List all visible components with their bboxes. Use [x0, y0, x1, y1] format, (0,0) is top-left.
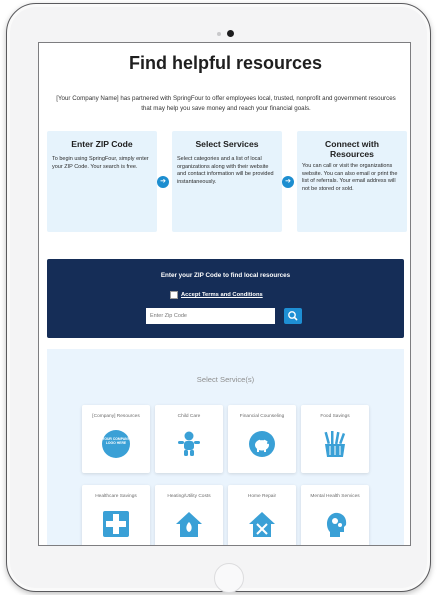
tile-label: Financial Counseling — [239, 414, 285, 419]
services-heading: Select Service(s) — [196, 375, 255, 384]
arrow-right-icon: ➔ — [157, 176, 169, 188]
step-text: To begin using SpringFour, simply enter … — [52, 156, 149, 170]
step-connect: Connect with Resources You can call or v… — [297, 131, 407, 232]
service-tile-financial-counseling[interactable]: Financial Counseling — [228, 405, 296, 473]
child-icon — [178, 431, 200, 456]
page-title: Find helpful resources — [128, 53, 323, 73]
service-tile-child-care[interactable]: Child Care — [155, 405, 223, 473]
terms-link[interactable]: Accept Terms and Conditions — [181, 292, 263, 298]
tile-label: Mental Health Services — [310, 494, 360, 499]
company-logo: YOUR COMPANY LOGO HERE — [102, 430, 130, 458]
search-icon — [288, 311, 298, 321]
service-tile-food-savings[interactable]: Food Savings — [301, 405, 369, 473]
camera-lens-icon — [227, 30, 234, 37]
house-tools-icon — [249, 512, 275, 537]
intro-text: [Your Company Name] has partnered with S… — [56, 95, 396, 112]
services-panel: Select Service(s) [Company] Resources YO… — [47, 349, 404, 545]
tile-label: Home Repair — [247, 494, 277, 499]
tile-label: Heating/Utility Costs — [167, 494, 211, 499]
tile-label: Child Care — [177, 414, 201, 419]
tile-label: Food Savings — [320, 414, 350, 419]
tile-label: [Company] Resources — [92, 414, 140, 419]
step-text: You can call or visit the organizations … — [302, 163, 398, 192]
service-tile-mental-health[interactable]: Mental Health Services — [301, 485, 369, 545]
sensor-dot — [217, 32, 221, 36]
screen: Find helpful resources [Your Company Nam… — [38, 42, 411, 546]
arrow-right-icon: ➔ — [282, 176, 294, 188]
zip-search-panel: Enter your ZIP Code to find local resour… — [47, 259, 404, 338]
medical-cross-icon — [103, 511, 129, 537]
house-flame-icon — [176, 512, 202, 537]
step-enter-zip: Enter ZIP Code To begin using SpringFour… — [47, 131, 157, 232]
terms-row: Accept Terms and Conditions — [170, 290, 263, 300]
step-text: Select categories and a list of local or… — [177, 156, 274, 185]
camera — [217, 30, 237, 38]
piggy-bank-icon — [249, 431, 275, 457]
zip-search-heading: Enter your ZIP Code to find local resour… — [160, 272, 291, 279]
terms-checkbox[interactable] — [170, 291, 178, 299]
step-title: Select Services — [195, 139, 259, 149]
zip-search-button[interactable] — [284, 308, 302, 324]
service-tile-heating-utility[interactable]: Heating/Utility Costs — [155, 485, 223, 545]
tile-label: Healthcare Savings — [95, 494, 137, 499]
step-title: Enter ZIP Code — [71, 139, 133, 149]
service-tile-company[interactable]: [Company] Resources YOUR COMPANY LOGO HE… — [82, 405, 150, 473]
step-title: Connect with Resources — [325, 139, 379, 159]
zip-code-input[interactable] — [146, 308, 275, 324]
grocery-bag-icon — [324, 431, 346, 457]
head-gears-icon — [327, 512, 347, 537]
step-select-services: Select Services Select categories and a … — [172, 131, 282, 232]
home-button[interactable] — [214, 563, 244, 593]
service-tile-healthcare-savings[interactable]: Healthcare Savings — [82, 485, 150, 545]
service-tile-home-repair[interactable]: Home Repair — [228, 485, 296, 545]
